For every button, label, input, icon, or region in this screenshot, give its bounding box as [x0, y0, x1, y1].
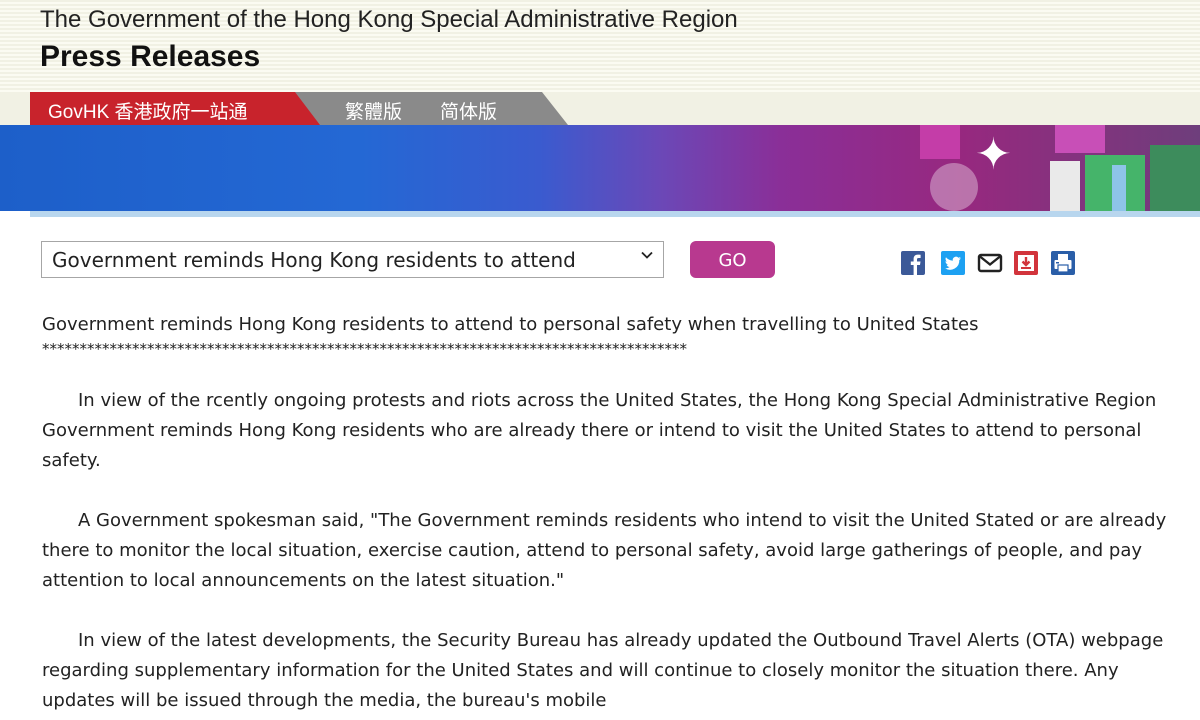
- banner-decoration: [1055, 125, 1105, 153]
- bookmark-icon[interactable]: [1013, 250, 1039, 276]
- headline-separator: ****************************************…: [42, 340, 687, 358]
- banner-decoration: [920, 125, 960, 159]
- banner-decoration: [1050, 161, 1080, 211]
- facebook-icon[interactable]: [900, 250, 926, 276]
- article-paragraph: In view of the latest developments, the …: [42, 630, 1164, 711]
- simplified-chinese-link[interactable]: 简体版: [440, 97, 497, 124]
- traditional-chinese-link[interactable]: 繁體版: [345, 97, 402, 124]
- page-title: Press Releases: [40, 40, 261, 73]
- banner-divider: [30, 211, 1200, 217]
- banner-decoration: [1112, 165, 1126, 211]
- release-select[interactable]: Government reminds Hong Kong residents t…: [41, 241, 664, 278]
- government-title: The Government of the Hong Kong Special …: [40, 6, 738, 33]
- article-paragraph: In view of the rcently ongoing protests …: [42, 390, 1157, 471]
- banner-decoration: [1150, 145, 1200, 211]
- print-icon[interactable]: [1050, 250, 1076, 276]
- email-icon[interactable]: [977, 250, 1003, 276]
- twitter-icon[interactable]: [940, 250, 966, 276]
- press-release-article: Government reminds Hong Kong residents t…: [42, 312, 1182, 716]
- go-button[interactable]: GO: [690, 241, 775, 278]
- sparkle-icon: ✦: [975, 130, 1012, 179]
- banner-decoration: [930, 163, 978, 211]
- language-tab-background: [292, 92, 568, 125]
- release-toolbar: Government reminds Hong Kong residents t…: [0, 240, 1200, 280]
- article-paragraph: A Government spokesman said, "The Govern…: [42, 510, 1167, 591]
- release-headline: Government reminds Hong Kong residents t…: [42, 314, 979, 335]
- chevron-down-icon: [641, 251, 653, 259]
- govhk-link[interactable]: GovHK 香港政府一站通: [30, 92, 320, 125]
- tab-bar: GovHK 香港政府一站通 繁體版 简体版: [0, 92, 1200, 125]
- header-banner: ✦: [0, 125, 1200, 211]
- page-header: The Government of the Hong Kong Special …: [0, 0, 1200, 92]
